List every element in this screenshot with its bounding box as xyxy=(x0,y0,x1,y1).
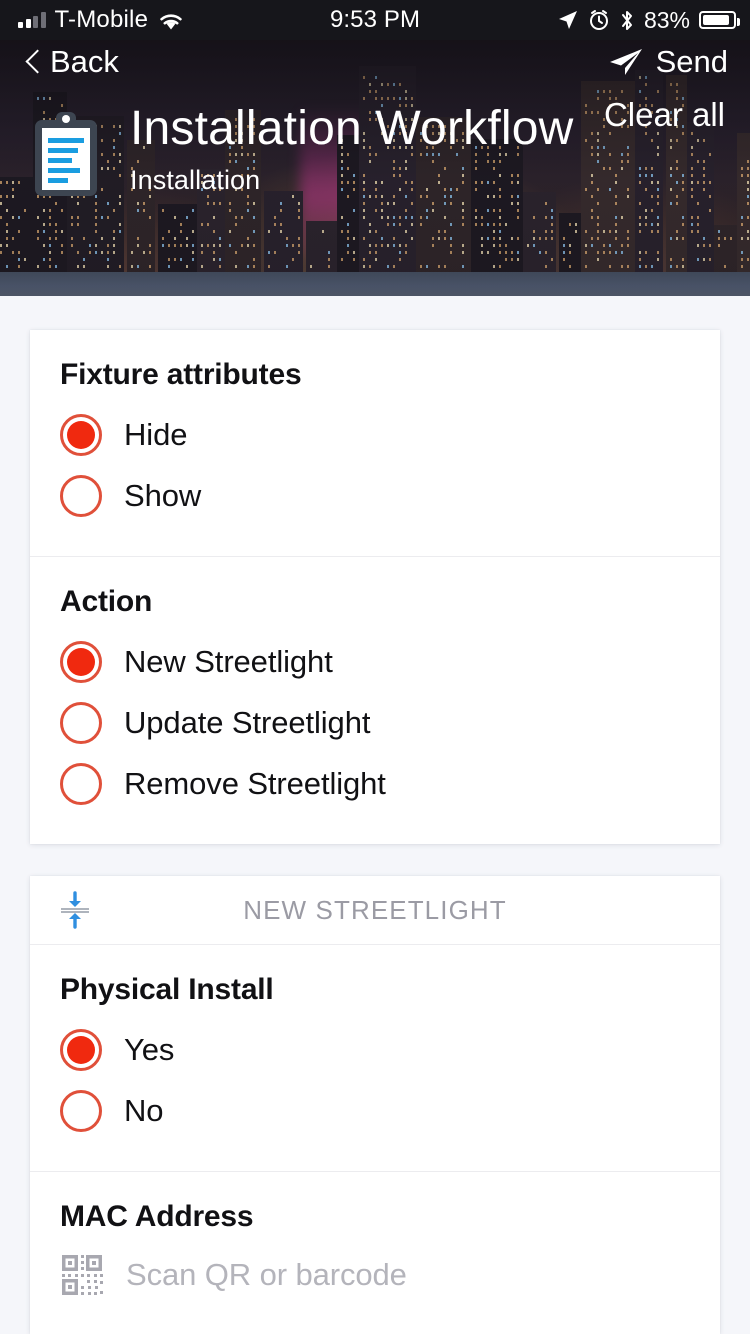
radio-option-label: New Streetlight xyxy=(124,643,333,679)
radio-option-label: Hide xyxy=(124,416,188,452)
send-button-label: Send xyxy=(655,44,728,79)
collapse-vertical-icon[interactable] xyxy=(56,890,94,930)
alarm-clock-icon xyxy=(589,10,608,30)
app-screen: Back Send Installation Workflow Installa… xyxy=(0,0,750,1334)
paper-plane-icon xyxy=(609,49,642,75)
status-bar-right: 83% xyxy=(557,6,740,34)
radio-button-selected-icon[interactable] xyxy=(60,1028,102,1071)
section-mac-address: MAC Address Scan QR or barcode xyxy=(30,1172,720,1334)
radio-option-label: Show xyxy=(124,477,202,513)
qr-code-icon[interactable] xyxy=(60,1253,104,1297)
send-button[interactable]: Send xyxy=(608,44,728,80)
battery-percent-label: 83% xyxy=(643,6,690,33)
section-action: Action New Streetlight Update Streetligh… xyxy=(30,557,720,844)
radio-option-update-streetlight[interactable]: Update Streetlight xyxy=(60,692,690,753)
mac-address-input[interactable]: Scan QR or barcode xyxy=(126,1257,407,1293)
form-content: Fixture attributes Hide Show Action New … xyxy=(0,296,750,1334)
group-header-new-streetlight[interactable]: NEW STREETLIGHT xyxy=(30,876,720,944)
back-button[interactable]: Back xyxy=(26,44,119,80)
battery-icon xyxy=(699,11,740,29)
page-title: Installation Workflow xyxy=(130,102,574,155)
radio-option-yes[interactable]: Yes xyxy=(60,1019,690,1080)
radio-option-remove-streetlight[interactable]: Remove Streetlight xyxy=(60,753,690,814)
card-attributes-action: Fixture attributes Hide Show Action New … xyxy=(30,330,720,844)
radio-option-label: Update Streetlight xyxy=(124,704,371,740)
radio-option-label: Remove Streetlight xyxy=(124,765,386,801)
section-physical-install: Physical Install Yes No xyxy=(30,945,720,1171)
section-title: Fixture attributes xyxy=(60,358,302,391)
section-fixture-attributes: Fixture attributes Hide Show xyxy=(30,330,720,556)
header-hero: Back Send Installation Workflow Installa… xyxy=(0,0,750,296)
page-subtitle: Installation xyxy=(130,165,261,196)
radio-button-icon[interactable] xyxy=(60,1089,102,1132)
mac-address-scan-row[interactable]: Scan QR or barcode xyxy=(60,1246,690,1304)
status-bar: T-Mobile 9:53 PM 83% xyxy=(0,0,750,40)
bluetooth-icon xyxy=(621,10,632,30)
clear-all-button[interactable]: Clear all xyxy=(604,96,725,134)
radio-button-icon[interactable] xyxy=(60,762,102,805)
group-header-label: NEW STREETLIGHT xyxy=(243,894,507,925)
card-new-streetlight: NEW STREETLIGHT Physical Install Yes No … xyxy=(30,876,720,1334)
radio-option-label: Yes xyxy=(124,1031,175,1067)
radio-button-selected-icon[interactable] xyxy=(60,640,102,683)
radio-button-selected-icon[interactable] xyxy=(60,413,102,456)
header-titles: Installation Workflow Installation xyxy=(130,102,574,196)
section-title: MAC Address xyxy=(60,1200,254,1233)
back-button-label: Back xyxy=(50,44,119,79)
radio-option-show[interactable]: Show xyxy=(60,465,690,526)
navigation-bar: Back Send xyxy=(0,44,750,104)
section-title: Action xyxy=(60,585,153,618)
radio-button-icon[interactable] xyxy=(60,701,102,744)
radio-option-no[interactable]: No xyxy=(60,1080,690,1141)
radio-button-icon[interactable] xyxy=(60,474,102,517)
radio-option-new-streetlight[interactable]: New Streetlight xyxy=(60,631,690,692)
location-arrow-icon xyxy=(558,11,577,29)
chevron-left-icon xyxy=(26,50,40,74)
section-title: Physical Install xyxy=(60,973,274,1006)
clipboard-icon xyxy=(35,112,97,196)
radio-option-hide[interactable]: Hide xyxy=(60,404,690,465)
radio-option-label: No xyxy=(124,1092,164,1128)
